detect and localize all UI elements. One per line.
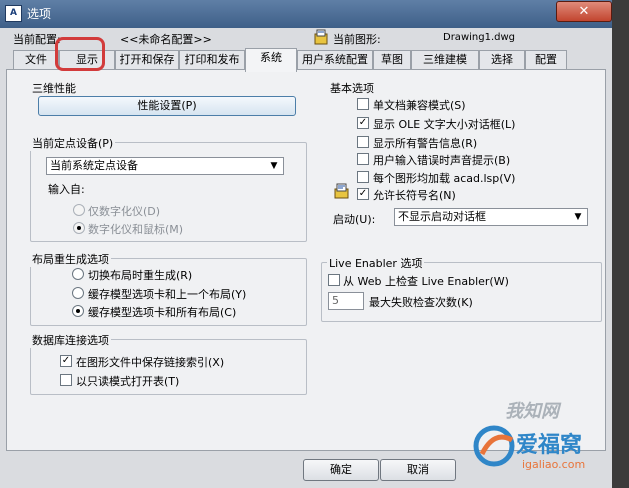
checkbox-allow-long-symbol-names[interactable]: ✓ [357, 188, 369, 200]
startup-value: 不显示启动对话框 [398, 210, 486, 223]
background-strip [612, 0, 629, 488]
checkbox-beep-on-error-label: 用户输入错误时声音提示(B) [373, 154, 511, 167]
general-options-title: 基本选项 [330, 82, 374, 95]
checkbox-load-acad-lsp[interactable] [357, 171, 369, 183]
checkbox-single-drawing-mode-label: 单文档兼容模式(S) [373, 99, 466, 112]
tab-open-save[interactable]: 打开和保存 [115, 50, 179, 70]
window-title: 选项 [27, 7, 52, 21]
tab-user-preferences[interactable]: 用户系统配置 [297, 50, 373, 70]
layout-regen-title: 布局重生成选项 [30, 251, 111, 267]
radio-digitizer-and-mouse-label: 数字化仪和鼠标(M) [88, 223, 184, 236]
radio-regen-on-switch[interactable] [72, 268, 84, 280]
checkbox-allow-long-symbol-names-label: 允许长符号名(N) [373, 189, 456, 202]
pointing-device-value: 当前系统定点设备 [50, 159, 138, 172]
close-button[interactable]: ✕ [556, 1, 612, 22]
tab-profiles[interactable]: 配置 [525, 50, 567, 70]
checkbox-ole-text-size-dialog-label: 显示 OLE 文字大小对话框(L) [373, 118, 516, 131]
cancel-button[interactable]: 取消 [380, 459, 456, 481]
checkbox-ole-text-size-dialog[interactable]: ✓ [357, 117, 369, 129]
checkbox-save-link-index[interactable]: ✓ [60, 355, 72, 367]
checkbox-open-tables-readonly[interactable] [60, 374, 72, 386]
highlight-annotation [55, 37, 105, 71]
radio-cache-model-all-layouts[interactable] [72, 305, 84, 317]
chevron-down-icon: ▼ [270, 161, 278, 171]
checkbox-load-acad-lsp-label: 每个图形均加载 acad.lsp(V) [373, 172, 516, 185]
tab-3d-modeling[interactable]: 三维建模 [411, 50, 479, 70]
radio-digitizer-only[interactable] [73, 204, 85, 216]
tab-files[interactable]: 文件 [13, 50, 59, 70]
radio-cache-model-all-layouts-label: 缓存模型选项卡和所有布局(C) [88, 306, 237, 319]
chevron-down-icon: ▼ [574, 212, 582, 222]
max-failed-attempts-input[interactable]: 5 [328, 292, 364, 310]
live-enabler-title: Live Enabler 选项 [327, 255, 425, 271]
pointing-device-title: 当前定点设备(P) [30, 135, 116, 151]
checkbox-beep-on-error[interactable] [357, 153, 369, 165]
checkbox-check-web-live-enabler[interactable] [328, 274, 340, 286]
tab-selection[interactable]: 选择 [479, 50, 525, 70]
radio-digitizer-and-mouse[interactable] [73, 222, 85, 234]
max-failed-attempts-label: 最大失败检查次数(K) [369, 296, 473, 309]
performance-settings-button[interactable]: 性能设置(P) [38, 96, 296, 116]
db-connect-title: 数据库连接选项 [30, 332, 111, 348]
startup-select[interactable]: 不显示启动对话框 ▼ [394, 208, 588, 226]
tab-system[interactable]: 系统 [245, 48, 297, 72]
app-icon: A [5, 5, 22, 22]
checkbox-show-all-warnings-label: 显示所有警告信息(R) [373, 137, 478, 150]
tab-drafting[interactable]: 草图 [373, 50, 411, 70]
radio-cache-model-last-layout[interactable] [72, 287, 84, 299]
checkbox-show-all-warnings[interactable] [357, 136, 369, 148]
checkbox-open-tables-readonly-label: 以只读模式打开表(T) [76, 375, 180, 388]
current-profile-label: 当前配置: [13, 33, 61, 46]
drawing-icon [334, 183, 350, 199]
watermark-logo: 爱福窝 igaliao.com [472, 418, 618, 478]
checkbox-single-drawing-mode[interactable] [357, 98, 369, 110]
radio-digitizer-only-label: 仅数字化仪(D) [88, 205, 161, 218]
pointing-device-select[interactable]: 当前系统定点设备 ▼ [46, 157, 284, 175]
title-bar [0, 0, 629, 28]
checkbox-check-web-live-enabler-label: 从 Web 上检查 Live Enabler(W) [343, 275, 509, 288]
current-drawing-value: Drawing1.dwg [443, 32, 515, 43]
radio-regen-on-switch-label: 切换布局时重生成(R) [88, 269, 193, 282]
tab-plot-publish[interactable]: 打印和发布 [179, 50, 245, 70]
ok-button[interactable]: 确定 [303, 459, 379, 481]
checkbox-save-link-index-label: 在图形文件中保存链接索引(X) [76, 356, 225, 369]
watermark-site-text: igaliao.com [522, 458, 585, 471]
current-profile-value: <<未命名配置>> [120, 33, 212, 46]
startup-label: 启动(U): [333, 213, 376, 226]
watermark-logo-text: 爱福窝 [516, 432, 582, 458]
perf3d-title: 三维性能 [32, 82, 76, 95]
current-drawing-label: 当前图形: [333, 33, 381, 46]
drawing-icon [314, 29, 328, 45]
radio-cache-model-last-layout-label: 缓存模型选项卡和上一个布局(Y) [88, 288, 247, 301]
accept-input-from-label: 输入自: [48, 183, 85, 196]
